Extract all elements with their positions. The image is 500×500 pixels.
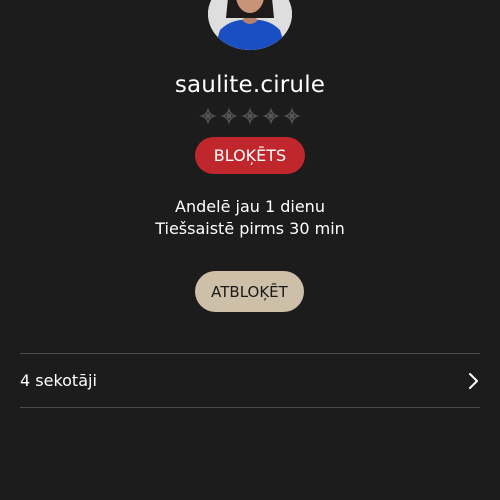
avatar[interactable] (208, 0, 292, 50)
profile-screen: saulite.cirule BLOĶĒTS Andelē jau 1 dien… (0, 0, 500, 500)
star-icon (199, 107, 217, 125)
followers-row[interactable]: 4 sekotāji (20, 354, 480, 407)
star-icon (262, 107, 280, 125)
chevron-right-icon (469, 372, 478, 389)
star-icon (241, 107, 259, 125)
rating-stars (0, 106, 500, 126)
last-online-text: Tiešsaistē pirms 30 min (155, 219, 345, 238)
divider (20, 407, 480, 408)
star-icon (283, 107, 301, 125)
star-icon (220, 107, 238, 125)
unblock-button[interactable]: ATBLOĶĒT (195, 271, 304, 312)
blocked-status-badge: BLOĶĒTS (195, 137, 305, 174)
member-since-text: Andelē jau 1 dienu (175, 197, 325, 216)
username: saulite.cirule (174, 72, 326, 98)
followers-label: 4 sekotāji (20, 371, 97, 390)
